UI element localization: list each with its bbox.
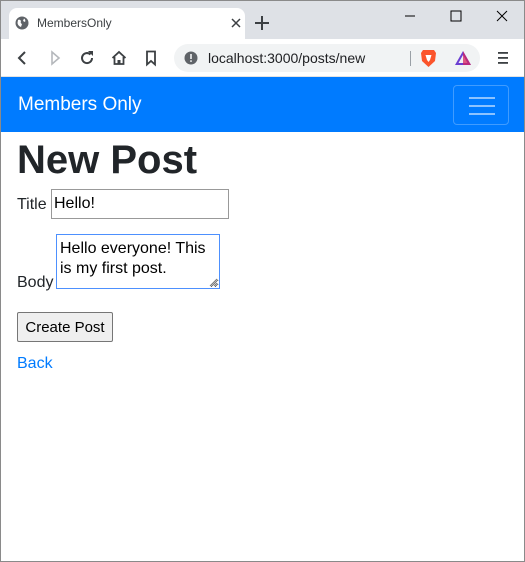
tab-title: MembersOnly [37,16,112,30]
tab-strip: MembersOnly [1,1,524,39]
title-input[interactable] [51,189,229,219]
home-icon[interactable] [110,49,128,67]
browser-toolbar: localhost:3000/posts/new [1,39,524,77]
page-content: New Post Title Body Hello everyone! This… [1,132,524,561]
hamburger-icon [469,97,495,115]
url-text: localhost:3000/posts/new [208,50,366,66]
back-arrow-icon[interactable] [14,49,32,67]
navbar-toggler-button[interactable] [453,85,509,125]
maximize-icon[interactable] [433,1,479,31]
tab-close-icon[interactable] [229,16,243,30]
back-link[interactable]: Back [17,355,53,373]
brave-shields-icon[interactable] [420,49,437,68]
address-bar[interactable]: localhost:3000/posts/new [174,44,480,72]
omnibox-divider [410,51,411,66]
forward-arrow-icon[interactable] [46,49,64,67]
globe-icon [15,16,29,30]
close-icon[interactable] [479,1,525,31]
browser-tab[interactable]: MembersOnly [9,8,245,39]
new-tab-icon[interactable] [254,15,270,31]
body-label: Body [17,274,54,291]
title-label: Title [17,196,47,213]
site-navbar: Members Only [1,77,524,132]
minimize-icon[interactable] [387,1,433,31]
menu-icon[interactable] [495,49,511,67]
resize-grip-icon[interactable] [207,276,218,287]
browser-window: MembersOnly localhost:3000/posts/new Mem… [0,0,525,562]
create-post-button[interactable]: Create Post [17,312,113,342]
brave-rewards-icon[interactable] [454,50,472,66]
body-textarea[interactable]: Hello everyone! This is my first post. [56,234,220,289]
page-title: New Post [17,138,198,182]
navbar-brand[interactable]: Members Only [18,94,142,116]
bookmark-icon[interactable] [142,49,160,67]
info-icon[interactable] [184,51,198,65]
reload-icon[interactable] [78,49,96,67]
